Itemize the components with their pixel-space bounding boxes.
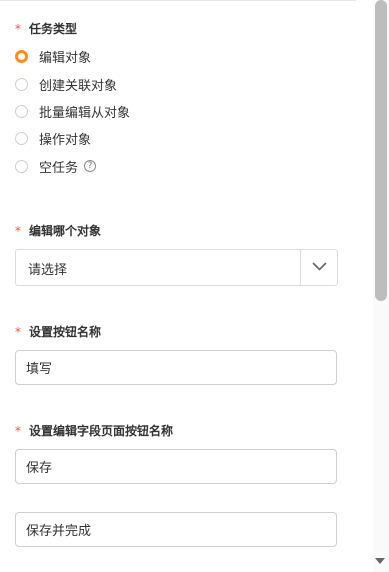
scroll-down-arrow-icon[interactable]: [375, 558, 385, 564]
radio-option-batch-edit-child-object[interactable]: 批量编辑从对象: [15, 102, 131, 121]
radio-unchecked-icon[interactable]: [15, 131, 28, 145]
radio-option-label: 编辑对象: [39, 50, 92, 66]
edit-field-page-button-name-label-text: 设置编辑字段页面按钮名称: [29, 424, 174, 438]
required-marker: *: [15, 22, 21, 36]
radio-option-edit-object[interactable]: 编辑对象: [15, 47, 92, 66]
radio-option-label: 批量编辑从对象: [39, 105, 131, 121]
task-config-panel: * 任务类型 编辑对象 创建关联对象 批量编辑从对象 操作对象 空任务 ? * 编辑…: [0, 0, 389, 572]
edit-object-label-text: 编辑哪个对象: [29, 224, 102, 238]
radio-option-operate-object[interactable]: 操作对象: [15, 129, 92, 148]
edit-field-page-button-name-label: * 设置编辑字段页面按钮名称: [15, 422, 173, 439]
select-value: 请选择: [28, 263, 68, 278]
button-name-label-text: 设置按钮名称: [29, 325, 102, 339]
required-marker: *: [15, 325, 21, 339]
required-marker: *: [15, 224, 21, 238]
radio-checked-icon[interactable]: [15, 49, 28, 63]
radio-option-empty-task[interactable]: 空任务 ?: [15, 157, 97, 176]
save-complete-button-name-input[interactable]: [15, 512, 337, 547]
task-type-label: * 任务类型: [15, 20, 77, 37]
save-button-name-input[interactable]: [15, 449, 337, 484]
button-name-label: * 设置按钮名称: [15, 323, 101, 340]
radio-option-label: 操作对象: [39, 132, 92, 148]
radio-option-label: 创建关联对象: [39, 78, 118, 94]
question-circle-icon[interactable]: ?: [84, 160, 97, 172]
task-type-label-text: 任务类型: [29, 22, 78, 36]
radio-option-label: 空任务: [39, 160, 79, 176]
scrollbar-thumb[interactable]: [375, 0, 387, 301]
radio-unchecked-icon[interactable]: [15, 159, 28, 173]
edit-object-label: * 编辑哪个对象: [15, 222, 101, 239]
radio-unchecked-icon[interactable]: [15, 77, 28, 91]
top-divider: [0, 0, 356, 1]
radio-option-create-related-object[interactable]: 创建关联对象: [15, 75, 118, 94]
required-marker: *: [15, 424, 21, 438]
chevron-down-icon: [312, 262, 327, 271]
edit-object-select[interactable]: 请选择: [15, 249, 338, 286]
button-name-input[interactable]: [15, 350, 337, 385]
radio-unchecked-icon[interactable]: [15, 104, 28, 118]
select-dropdown-button[interactable]: [300, 250, 337, 285]
